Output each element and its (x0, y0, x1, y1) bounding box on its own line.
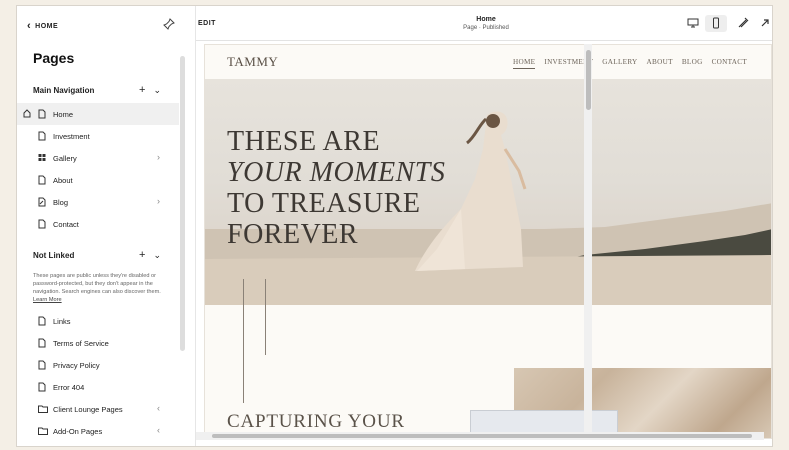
mobile-view-icon[interactable] (710, 17, 722, 29)
canvas-scrollbar-thumb[interactable] (586, 50, 591, 110)
folder-icon (38, 405, 48, 413)
gallery-grid-icon (38, 154, 46, 161)
blog-icon (38, 197, 46, 207)
site-nav: HOME INVESTMENT GALLERY ABOUT BLOG CONTA… (513, 58, 747, 69)
headline-line-2: YOUR MOMENTS (227, 157, 446, 188)
folder-icon (38, 427, 48, 435)
sidebar-item-about[interactable]: About (17, 169, 179, 191)
page-icon (38, 131, 46, 141)
sidebar-item-label: Contact (53, 220, 79, 229)
hero-section[interactable]: THESE ARE YOUR MOMENTS TO TREASURE FOREV… (205, 79, 771, 305)
back-home-link[interactable]: ‹ HOME (27, 20, 58, 32)
chevron-right-icon[interactable]: › (157, 196, 160, 206)
main-navigation-heading: Main Navigation (33, 86, 95, 95)
sidebar-item-client-lounge[interactable]: Client Lounge Pages ‹ (17, 398, 179, 420)
add-page-button[interactable]: + (139, 84, 145, 96)
back-home-label: HOME (35, 22, 59, 30)
add-page-button[interactable]: + (139, 249, 145, 261)
page-icon (38, 316, 46, 326)
sidebar-item-label: Home (53, 110, 74, 119)
sidebar-item-home[interactable]: Home (17, 103, 179, 125)
design-tool-icon[interactable] (737, 17, 749, 29)
learn-more-link[interactable]: Learn More (33, 297, 62, 303)
site-nav-contact[interactable]: CONTACT (712, 58, 747, 69)
chevron-left-icon[interactable]: ‹ (157, 403, 160, 413)
sidebar-item-links[interactable]: Links (17, 310, 179, 332)
home-icon (23, 109, 31, 118)
horizontal-scrollbar-thumb[interactable] (212, 434, 752, 438)
chevron-left-icon: ‹ (27, 20, 32, 32)
sidebar-item-add-on[interactable]: Add-On Pages ‹ (17, 420, 179, 442)
page-title: Home (476, 16, 496, 23)
editor-toolbar: EDIT Home Page · Published (196, 6, 772, 41)
page-icon (38, 219, 46, 229)
edit-button[interactable]: EDIT (198, 20, 216, 27)
site-nav-home[interactable]: HOME (513, 58, 536, 69)
sidebar-item-label: Blog (53, 198, 69, 207)
chevron-down-icon[interactable]: ⌄ (153, 85, 161, 96)
sidebar-item-label: Privacy Policy (53, 361, 100, 370)
sidebar-item-error-404[interactable]: Error 404 (17, 376, 179, 398)
sidebar-item-label: Error 404 (53, 383, 85, 392)
site-nav-about[interactable]: ABOUT (647, 58, 673, 69)
sidebar-item-investment[interactable]: Investment (17, 125, 179, 147)
page-icon (38, 338, 46, 348)
headline-line-3: TO TREASURE (227, 188, 421, 219)
site-logo[interactable]: TAMMY (227, 54, 278, 70)
app-window: ‹ HOME Pages Main Navigation + ⌄ Home In… (16, 5, 773, 447)
page-icon (38, 109, 46, 119)
sidebar-item-label: Add-On Pages (53, 427, 103, 436)
sidebar-item-contact[interactable]: Contact (17, 213, 179, 235)
note-text: These pages are public unless they're di… (33, 273, 161, 295)
decorative-line (243, 279, 244, 403)
sidebar-item-label: Client Lounge Pages (53, 405, 123, 414)
site-nav-blog[interactable]: BLOG (682, 58, 703, 69)
headline-line-1: THESE ARE (227, 126, 381, 157)
site-nav-gallery[interactable]: GALLERY (602, 58, 637, 69)
headline-line-4: FOREVER (227, 219, 359, 250)
sidebar-item-terms[interactable]: Terms of Service (17, 332, 179, 354)
chevron-left-icon[interactable]: ‹ (157, 425, 160, 435)
chevron-right-icon[interactable]: › (157, 152, 160, 162)
desktop-view-icon[interactable] (687, 17, 699, 29)
sidebar-item-privacy[interactable]: Privacy Policy (17, 354, 179, 376)
sidebar-item-gallery[interactable]: Gallery › (17, 147, 179, 169)
not-linked-heading: Not Linked (33, 251, 75, 260)
sidebar-item-label: About (53, 176, 73, 185)
decorative-line (265, 279, 266, 355)
section-subheading: CAPTURING YOUR (227, 411, 405, 432)
open-external-icon[interactable] (759, 17, 771, 29)
site-preview[interactable]: TAMMY HOME INVESTMENT GALLERY ABOUT BLOG… (204, 44, 772, 439)
sidebar-item-label: Links (53, 317, 71, 326)
sidebar-scrollbar[interactable] (180, 56, 185, 351)
page-icon (38, 175, 46, 185)
sidebar-item-label: Investment (53, 132, 90, 141)
pages-sidebar: ‹ HOME Pages Main Navigation + ⌄ Home In… (17, 6, 196, 446)
page-icon (38, 360, 46, 370)
hero-headline: THESE ARE YOUR MOMENTS TO TREASURE FOREV… (227, 126, 445, 250)
not-linked-note: These pages are public unless they're di… (33, 272, 171, 304)
sidebar-item-label: Gallery (53, 154, 77, 163)
site-header: TAMMY HOME INVESTMENT GALLERY ABOUT BLOG… (205, 45, 771, 80)
page-status: Page · Published (463, 25, 509, 31)
sidebar-title: Pages (33, 50, 75, 66)
page-icon (38, 382, 46, 392)
chevron-down-icon[interactable]: ⌄ (153, 250, 161, 261)
pin-icon[interactable] (163, 18, 175, 30)
sidebar-item-label: Terms of Service (53, 339, 109, 348)
sidebar-item-blog[interactable]: Blog › (17, 191, 179, 213)
